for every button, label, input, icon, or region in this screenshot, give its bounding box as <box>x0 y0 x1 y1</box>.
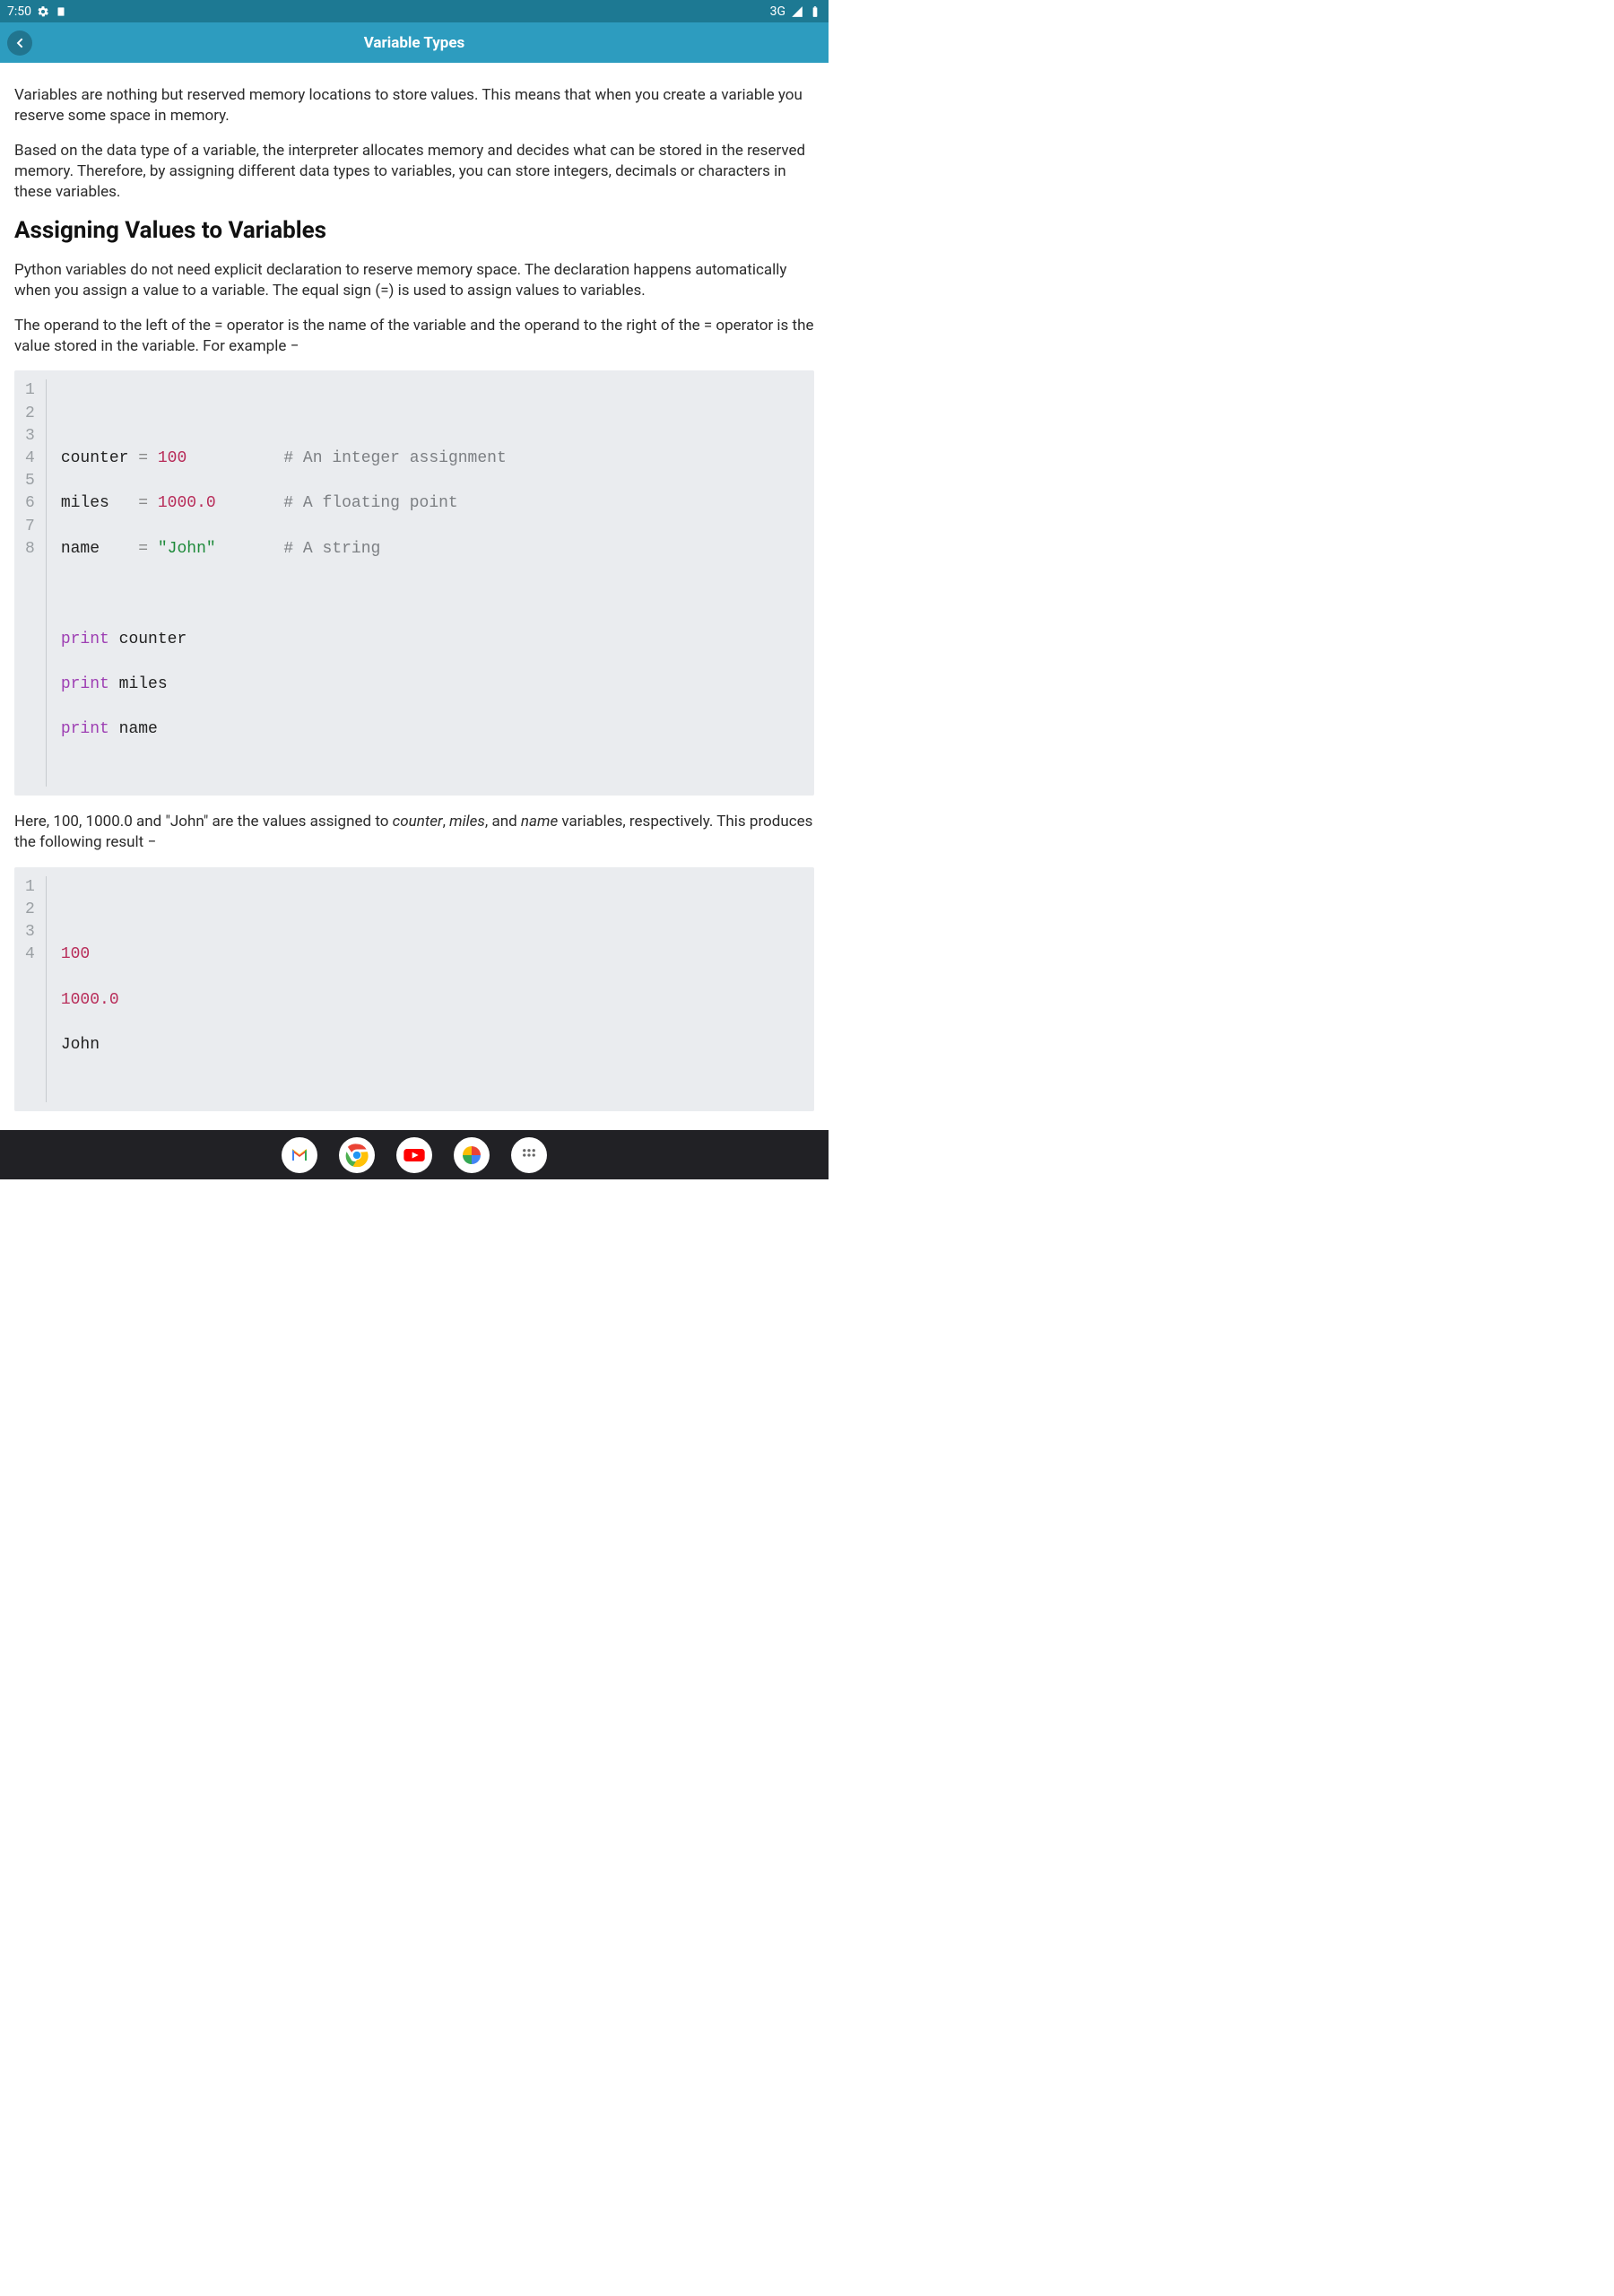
chevron-left-icon <box>13 36 27 50</box>
code-body: 100 1000.0 John <box>47 876 134 1102</box>
settings-icon <box>37 5 49 18</box>
status-bar: 7:50 3G <box>0 0 829 22</box>
line-gutter: 1 2 3 4 5 6 7 8 <box>14 379 47 786</box>
photos-icon <box>461 1144 482 1166</box>
gmail-app-icon[interactable] <box>282 1137 317 1173</box>
code-block: 1 2 3 4 100 1000.0 John <box>14 867 814 1111</box>
network-label: 3G <box>770 4 785 19</box>
battery-icon <box>809 5 821 18</box>
app-header: Variable Types <box>0 22 829 63</box>
signal-icon <box>791 5 803 18</box>
code-body: counter = 100 # An integer assignment mi… <box>47 379 521 786</box>
content-area[interactable]: Variables are nothing but reserved memor… <box>0 63 829 1130</box>
apps-drawer-icon[interactable] <box>511 1137 547 1173</box>
youtube-icon <box>402 1143 427 1168</box>
apps-icon <box>521 1147 537 1163</box>
section-heading: Assigning Values to Variables <box>14 217 814 244</box>
back-button[interactable] <box>7 30 32 56</box>
paragraph: Python variables do not need explicit de… <box>14 260 814 301</box>
paragraph: The operand to the left of the = operato… <box>14 316 814 357</box>
paragraph: Variables are nothing but reserved memor… <box>14 85 814 126</box>
paragraph: Based on the data type of a variable, th… <box>14 141 814 203</box>
files-icon <box>55 5 67 18</box>
youtube-app-icon[interactable] <box>396 1137 432 1173</box>
code-block: 1 2 3 4 5 6 7 8 counter = 100 # An integ… <box>14 370 814 795</box>
gmail-icon <box>289 1144 310 1166</box>
chrome-icon <box>345 1144 369 1167</box>
photos-app-icon[interactable] <box>454 1137 490 1173</box>
paragraph: Here, 100, 1000.0 and "John" are the val… <box>14 812 814 853</box>
line-gutter: 1 2 3 4 <box>14 876 47 1102</box>
page-title: Variable Types <box>364 34 465 52</box>
navigation-dock <box>0 1130 829 1179</box>
chrome-app-icon[interactable] <box>339 1137 375 1173</box>
status-time: 7:50 <box>7 4 31 19</box>
